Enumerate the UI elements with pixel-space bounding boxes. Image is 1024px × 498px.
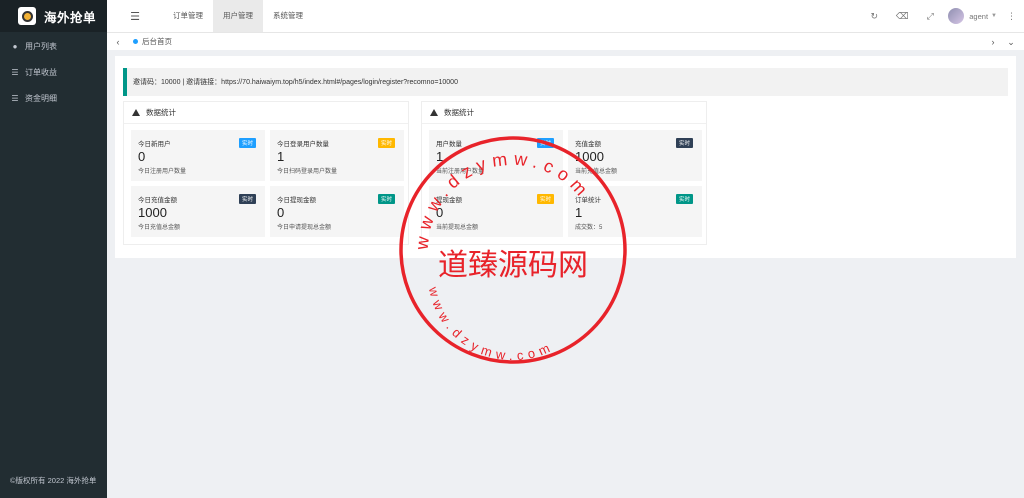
- top-navbar: ☰ 订单管理 用户管理 系统管理 ↻ ⌫ ⤢ agent ▼ ⋮: [107, 0, 1024, 32]
- sidebar-item-order-income[interactable]: ☰ 订单收益: [0, 59, 107, 85]
- main-content: 邀请码：10000 | 邀请链接：https://70.haiwaiym.top…: [115, 56, 1016, 258]
- page-tabs-controls: › ⌄: [984, 33, 1020, 51]
- realtime-badge: 实时: [238, 138, 256, 148]
- stat-desc: 今日充值总金额: [138, 225, 181, 231]
- stat-card-order-stats: 订单统计 1 成交数：5 实时: [568, 186, 702, 237]
- stamp-url-bottom: www.dzymw.com: [426, 284, 557, 363]
- stat-card-recharge-today: 今日充值金额 1000 今日充值总金额 实时: [131, 186, 265, 237]
- realtime-badge: 实时: [377, 138, 395, 148]
- realtime-badge: 实时: [377, 194, 395, 204]
- stats-panel-total: 数据统计 用户数量 1 当前注册用户数量 实时 充值金额 1000 当前充值总金…: [421, 101, 707, 245]
- stat-value: 1000: [138, 205, 167, 220]
- panel-header: 数据统计: [422, 102, 706, 124]
- stat-value: 0: [138, 149, 146, 164]
- sidebar-item-label: 订单收益: [25, 67, 57, 77]
- stat-desc: 今日注册用户数量: [138, 169, 187, 175]
- avatar: [948, 8, 965, 24]
- logo-icon: [18, 7, 36, 25]
- realtime-badge: 实时: [536, 138, 554, 148]
- app-title: 海外抢单: [44, 10, 97, 25]
- stat-desc: 当前注册用户数量: [436, 169, 485, 175]
- sidebar-item-label: 资金明细: [25, 93, 57, 103]
- stat-card-withdraw-total: 提现金额 0 当前提现总金额 实时: [429, 186, 563, 237]
- tab-order-management[interactable]: 订单管理: [163, 0, 213, 32]
- panel-header: 数据统计: [124, 102, 408, 124]
- chevron-down-icon[interactable]: ⌄: [1002, 37, 1020, 48]
- realtime-badge: 实时: [675, 194, 693, 204]
- tab-system-management[interactable]: 系统管理: [263, 0, 313, 32]
- stat-desc: 今日申请提现总金额: [277, 225, 332, 231]
- stat-card-new-users: 今日新用户 0 今日注册用户数量 实时: [131, 130, 265, 181]
- list-icon: ☰: [11, 67, 19, 77]
- chevron-down-icon: ▼: [991, 13, 997, 19]
- user-name: agent: [969, 11, 989, 21]
- users-icon: ●: [12, 41, 18, 51]
- warning-icon: [430, 109, 438, 116]
- realtime-badge: 实时: [536, 194, 554, 204]
- stat-value: 0: [277, 205, 285, 220]
- page-tab-home[interactable]: 后台首页: [129, 36, 172, 47]
- panel-title: 数据统计: [444, 108, 474, 117]
- stat-card-user-count: 用户数量 1 当前注册用户数量 实时: [429, 130, 563, 181]
- logo-bar[interactable]: 海外抢单: [0, 0, 107, 32]
- stat-card-login-users: 今日登录用户数量 1 今日扫码登录用户数量 实时: [270, 130, 404, 181]
- stats-panel-today: 数据统计 今日新用户 0 今日注册用户数量 实时 今日登录用户数量 1 今日扫码…: [123, 101, 409, 245]
- copyright-footer: ©版权所有 2022 海外抢单: [10, 476, 97, 485]
- stat-desc: 成交数：5: [575, 225, 603, 231]
- list-icon: ☰: [11, 93, 19, 103]
- sidebar-item-funds[interactable]: ☰ 资金明细: [0, 85, 107, 111]
- stat-card-withdraw-today: 今日提现金额 0 今日申请提现总金额 实时: [270, 186, 404, 237]
- realtime-badge: 实时: [238, 194, 256, 204]
- realtime-badge: 实时: [675, 138, 693, 148]
- trash-icon[interactable]: ⌫: [888, 11, 916, 22]
- page-tabs-bar: ‹ 后台首页 › ⌄: [107, 32, 1024, 50]
- page-tab-label: 后台首页: [142, 37, 172, 46]
- user-menu[interactable]: agent ▼: [948, 8, 997, 24]
- more-vertical-icon[interactable]: ⋮: [1007, 11, 1016, 22]
- chevron-left-icon[interactable]: ‹: [107, 37, 129, 47]
- top-right-tools: ↻ ⌫ ⤢ agent ▼ ⋮: [860, 0, 1016, 32]
- panel-title: 数据统计: [146, 108, 176, 117]
- refresh-icon[interactable]: ↻: [860, 11, 888, 22]
- stat-value: 1000: [575, 149, 604, 164]
- menu-toggle-icon[interactable]: ☰: [107, 10, 163, 23]
- stat-desc: 今日扫码登录用户数量: [277, 169, 338, 175]
- stat-card-recharge-total: 充值金额 1000 当前充值总金额 实时: [568, 130, 702, 181]
- stat-value: 1: [575, 205, 583, 220]
- active-dot-icon: [133, 39, 138, 44]
- stat-desc: 当前充值总金额: [575, 169, 618, 175]
- sidebar: 海外抢单 ● 用户列表 ☰ 订单收益 ☰ 资金明细 ©版权所有 2022 海外抢…: [0, 0, 107, 498]
- invite-info: 邀请码：10000 | 邀请链接：https://70.haiwaiym.top…: [123, 68, 1008, 96]
- sidebar-item-label: 用户列表: [25, 41, 57, 51]
- warning-icon: [132, 109, 140, 116]
- chevron-right-icon[interactable]: ›: [984, 37, 1002, 47]
- sidebar-item-users[interactable]: ● 用户列表: [0, 33, 107, 59]
- stat-desc: 当前提现总金额: [436, 225, 479, 231]
- fullscreen-icon[interactable]: ⤢: [916, 11, 944, 22]
- stat-value: 1: [277, 149, 285, 164]
- stat-value: 0: [436, 205, 444, 220]
- stat-value: 1: [436, 149, 444, 164]
- tab-user-management[interactable]: 用户管理: [213, 0, 263, 32]
